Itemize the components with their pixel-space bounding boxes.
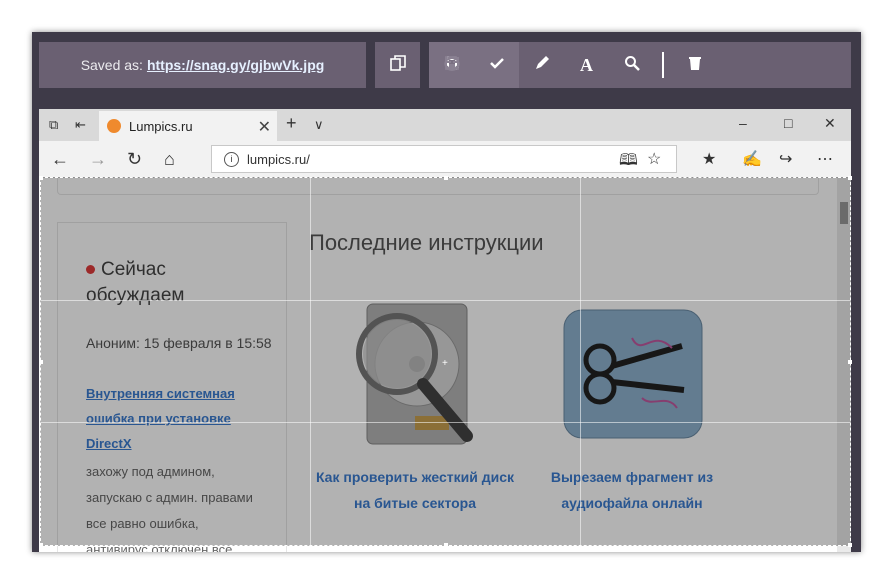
crop-handle-b[interactable] [444,543,448,547]
url-field[interactable]: i lumpics.ru/ [211,145,677,173]
crop-selection[interactable]: + [39,176,852,547]
crop-handle-tl[interactable] [39,176,43,180]
crop-handle-bl[interactable] [39,543,43,547]
zoom-icon [624,55,640,76]
refresh-icon[interactable]: ↻ [127,149,142,170]
more-menu-icon[interactable]: ⋯ [817,149,833,169]
tab-list-chevron-icon[interactable]: ∨ [314,117,324,133]
maximize-icon[interactable]: □ [784,115,792,131]
notes-pen-icon[interactable]: ✍ [742,149,762,169]
toolbar-divider [662,52,664,78]
saved-link[interactable]: https://snag.gy/gjbwVk.jpg [147,57,324,73]
address-bar: ← → ↻ ⌂ i lumpics.ru/ 🕮 ☆ ★ ✍ ↪ ⋯ [39,141,851,178]
saved-as-bar: Saved as: https://snag.gy/gjbwVk.jpg [39,42,366,88]
new-tab-icon[interactable]: + [286,113,297,134]
saved-prefix: Saved as: [80,57,143,73]
crop-handle-t[interactable] [444,176,448,180]
back-icon[interactable]: ← [51,149,69,170]
crop-guide-v1 [310,178,311,545]
trash-icon [687,55,703,76]
favorite-star-icon[interactable]: ☆ [647,149,661,169]
crop-handle-tr[interactable] [848,176,852,180]
favicon-icon [107,119,121,133]
url-text: lumpics.ru/ [247,151,310,167]
reading-view-icon[interactable]: 🕮 [619,149,638,176]
home-icon[interactable]: ⌂ [164,149,175,170]
draw-button[interactable] [519,42,564,88]
share-icon[interactable]: ↪ [779,149,792,169]
crop-handle-l[interactable] [39,360,43,364]
close-window-icon[interactable]: ✕ [824,115,836,132]
check-icon [489,55,505,76]
crop-handle-br[interactable] [848,543,852,547]
pencil-icon [534,55,550,76]
text-button[interactable]: A [564,42,609,88]
copy-button[interactable] [375,42,420,88]
crop-button[interactable] [429,42,474,88]
crop-guide-h2 [41,422,850,423]
crop-guide-v2 [580,178,581,545]
tab-bar: ⧉ ⇤ Lumpics.ru ✕ + ∨ – □ ✕ [39,109,851,141]
crop-guide-h1 [41,300,850,301]
info-icon[interactable]: i [224,151,239,167]
text-icon: A [580,54,593,75]
confirm-button[interactable] [474,42,519,88]
forward-icon[interactable]: → [89,149,107,170]
copy-icon [389,54,406,76]
edit-toolbar: A [429,42,851,88]
tab-manager-icon[interactable]: ⧉ [49,117,58,133]
minimize-icon[interactable]: – [739,115,747,131]
set-aside-tabs-icon[interactable]: ⇤ [75,117,86,133]
zoom-button[interactable] [609,42,654,88]
crop-icon [444,55,460,76]
tab-title: Lumpics.ru [129,118,193,134]
tab-lumpics[interactable]: Lumpics.ru ✕ [99,111,277,141]
delete-button[interactable] [672,42,717,88]
crop-handle-r[interactable] [848,360,852,364]
close-tab-icon[interactable]: ✕ [258,117,271,137]
favorites-hub-icon[interactable]: ★ [702,149,716,169]
crop-center-marker: + [442,358,448,369]
